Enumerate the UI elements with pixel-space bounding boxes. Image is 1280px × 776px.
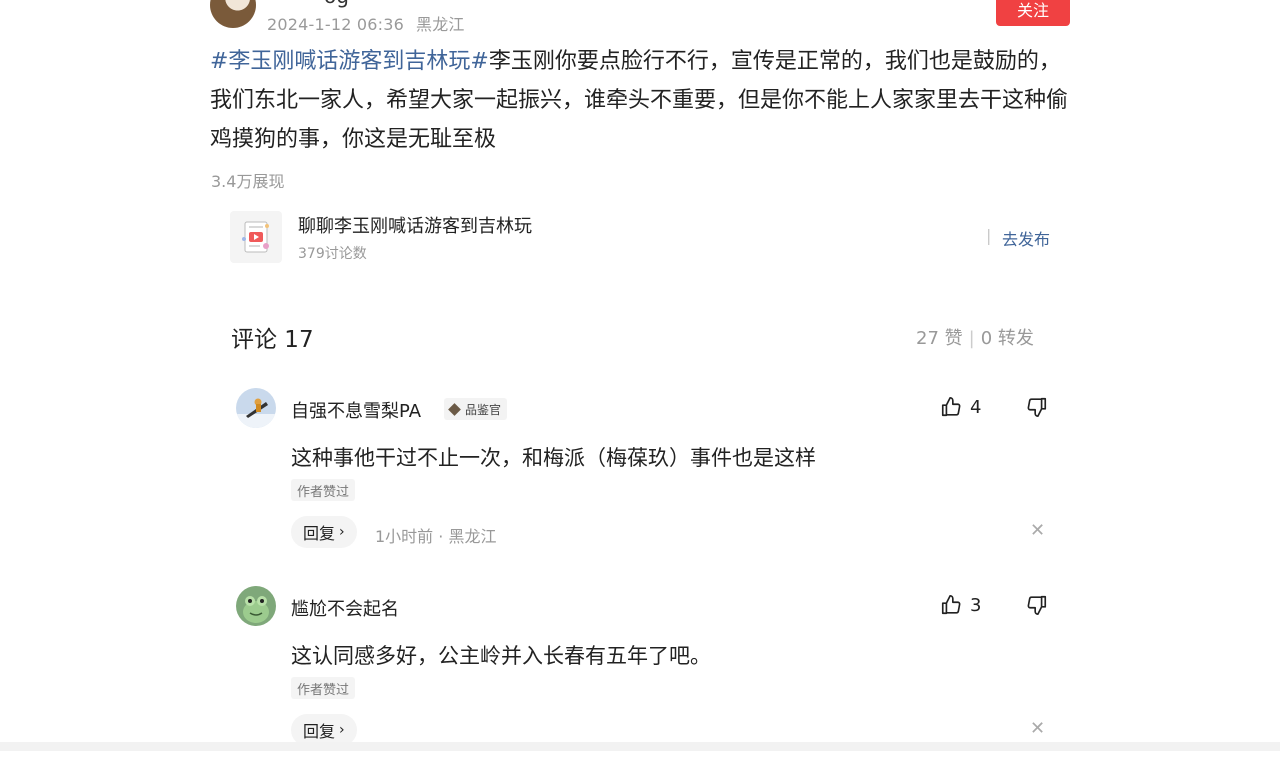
comment-text: 这种事他干过不止一次，和梅派（梅葆玖）事件也是这样 [291, 446, 816, 470]
commenter-name[interactable]: 尴尬不会起名 [291, 595, 399, 621]
reply-label: 回复 [303, 722, 336, 741]
like-count: 27 赞 [916, 328, 963, 349]
chevron-right-icon: › [339, 524, 345, 540]
author-avatar[interactable] [210, 0, 256, 28]
badge-gem-icon [448, 402, 461, 416]
post-location: 黑龙江 [416, 15, 465, 34]
view-count: 3.4万展现 [211, 172, 285, 191]
commenter-avatar[interactable] [236, 586, 276, 626]
post-stats: 27 赞 | 0 转发 [916, 324, 1034, 350]
badge-label: 品鉴官 [465, 402, 502, 417]
close-icon[interactable]: ✕ [1030, 718, 1045, 739]
thumbs-up-icon [941, 595, 961, 615]
post-hashtag[interactable]: #李玉刚喊话游客到吉林玩# [210, 49, 489, 74]
author-name[interactable]: og [324, 0, 349, 8]
post-timestamp: 2024-1-12 06:36 [267, 15, 404, 34]
comment-like-count: 4 [970, 396, 982, 418]
author-liked-tag: 作者赞过 [291, 479, 356, 501]
topic-card[interactable]: 聊聊李玉刚喊话游客到吉林玩 379讨论数 | 去发布 [230, 209, 1070, 267]
comments-title: 评论 17 [231, 327, 314, 353]
commenter-badge: 品鉴官 [444, 398, 508, 420]
author-liked-tag: 作者赞过 [291, 677, 356, 699]
comment-like-button[interactable]: 4 [940, 396, 981, 418]
comment-like-button[interactable]: 3 [940, 594, 981, 616]
comment-time: 1小时前 · 黑龙江 [375, 527, 497, 546]
publish-link[interactable]: 去发布 [1002, 226, 1050, 250]
post-body: #李玉刚喊话游客到吉林玩#李玉刚你要点脸行不行，宣传是正常的，我们也是鼓励的，我… [210, 42, 1070, 159]
commenter-avatar[interactable] [236, 388, 276, 428]
comment-text: 这认同感多好，公主岭并入长春有五年了吧。 [291, 644, 711, 668]
reply-button[interactable]: 回复 › [291, 516, 357, 548]
topic-discussion-count: 379讨论数 [298, 246, 367, 262]
topic-title: 聊聊李玉刚喊话游客到吉林玩 [298, 216, 532, 237]
chevron-right-icon: › [339, 722, 345, 738]
bottom-divider [0, 742, 1280, 751]
video-topic-icon [230, 211, 282, 263]
share-count: 0 转发 [980, 328, 1034, 349]
comment-item: 自强不息雪梨PA 品鉴官 4 这种事他干过不止一次，和梅派（梅葆玖）事件也是这样… [236, 388, 1056, 578]
comment-like-count: 3 [970, 594, 982, 616]
thumbs-down-icon [1027, 397, 1047, 417]
topic-separator: | [986, 226, 992, 245]
commenter-name[interactable]: 自强不息雪梨PA [291, 397, 421, 423]
post-meta: 2024-1-12 06:36 黑龙江 [267, 11, 465, 35]
comment-dislike-button[interactable] [1026, 396, 1048, 422]
stats-separator: | [968, 328, 975, 349]
reply-label: 回复 [303, 524, 336, 543]
comment-dislike-button[interactable] [1026, 594, 1048, 620]
thumbs-down-icon [1027, 595, 1047, 615]
thumbs-up-icon [941, 397, 961, 417]
follow-button[interactable]: 关注 [996, 0, 1070, 26]
close-icon[interactable]: ✕ [1030, 520, 1045, 541]
